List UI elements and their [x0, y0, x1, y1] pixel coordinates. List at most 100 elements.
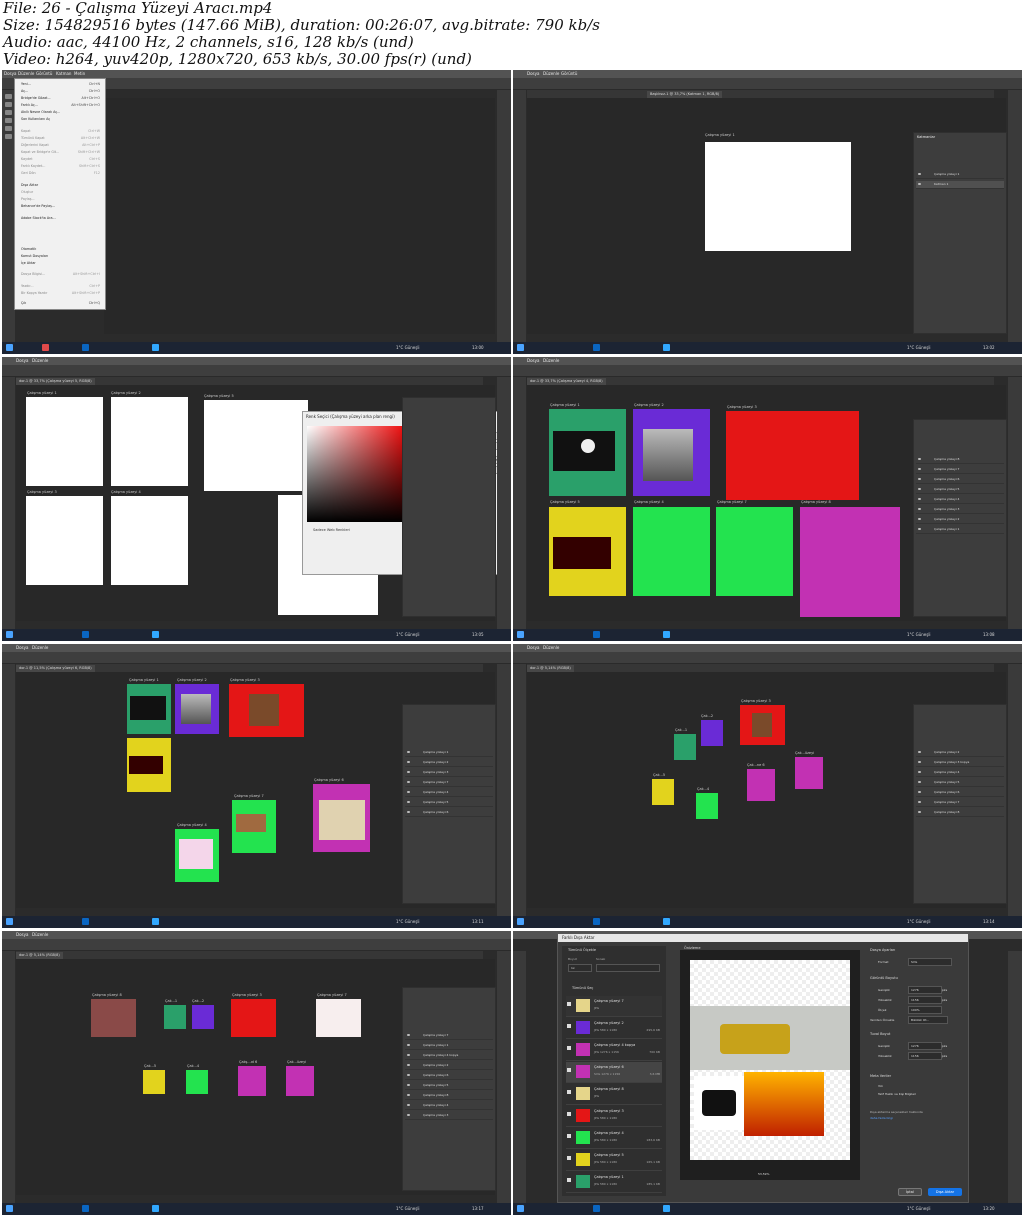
export-row[interactable]: Çalışma yüzeyi 1 JPG 580 x 1180 185,1 KB: [566, 1172, 662, 1193]
scale-input[interactable]: 100%: [908, 1006, 942, 1014]
canvas-height-input[interactable]: 1156: [908, 1052, 942, 1060]
eye-icon[interactable]: [918, 518, 921, 520]
photoshop-icon[interactable]: [663, 344, 670, 351]
row-checkbox[interactable]: [567, 1068, 571, 1072]
menu-print[interactable]: Yazdır...: [21, 284, 34, 288]
eye-icon[interactable]: [407, 791, 410, 793]
move-tool-icon[interactable]: [5, 94, 12, 99]
artboard-4[interactable]: [175, 829, 219, 882]
photoshop-icon[interactable]: [152, 1205, 159, 1212]
layer-row[interactable]: Çalışma yüzeyi 7: [405, 1032, 493, 1040]
menu-edit[interactable]: Düzenle: [18, 71, 34, 77]
export-row-selected[interactable]: Çalışma yüzeyi 6 SVG 1276 x 1156 3,6 MB: [566, 1062, 662, 1083]
artboard-1[interactable]: [164, 1005, 186, 1029]
layer-row[interactable]: Çalışma yüzeyi 4: [916, 769, 1004, 777]
layer-row[interactable]: Çalışma yüzeyi 2: [405, 759, 493, 767]
export-row[interactable]: Çalışma yüzeyi 4 JPG 580 x 1180 183,6 KB: [566, 1128, 662, 1149]
layer-row[interactable]: Çalışma yüzeyi 2: [405, 1062, 493, 1070]
artboard[interactable]: [111, 496, 188, 585]
eye-icon[interactable]: [918, 508, 921, 510]
eye-icon[interactable]: [407, 1084, 410, 1086]
row-checkbox[interactable]: [567, 1002, 571, 1006]
width-input[interactable]: 1276: [908, 986, 942, 994]
layer-row[interactable]: Katman 1: [916, 181, 1004, 189]
menu-close-others[interactable]: Diğerlerini Kapat: [21, 143, 49, 147]
linkedin-icon[interactable]: [82, 1205, 89, 1212]
artboard-3[interactable]: [726, 411, 859, 500]
layer-row[interactable]: Çalışma yüzeyi 6: [405, 1072, 493, 1080]
menu-scripts[interactable]: Komut Dosyaları: [21, 254, 48, 258]
menu-file-info[interactable]: Dosya Bilgisi...: [21, 272, 45, 276]
start-icon[interactable]: [517, 918, 524, 925]
artboard-3[interactable]: [740, 705, 785, 745]
artboard-6-copy[interactable]: [286, 1066, 314, 1096]
layer-row[interactable]: Çalışma yüzeyi 6: [405, 809, 493, 817]
artboard-2[interactable]: [701, 720, 723, 746]
menu-edit[interactable]: Düzenle: [543, 71, 559, 77]
eye-icon[interactable]: [407, 1074, 410, 1076]
artboard[interactable]: [111, 397, 188, 486]
artboard-4[interactable]: [186, 1070, 208, 1094]
menu-image[interactable]: Görüntü: [561, 71, 577, 77]
eye-icon[interactable]: [407, 1044, 410, 1046]
artboard-5[interactable]: [652, 779, 674, 805]
menu-open-recent[interactable]: Son Kullanılanı Aç: [21, 117, 50, 121]
eye-icon[interactable]: [918, 761, 921, 763]
eye-icon[interactable]: [407, 761, 410, 763]
eye-icon[interactable]: [407, 1034, 410, 1036]
layer-row[interactable]: Çalışma yüzeyi 2: [916, 749, 1004, 757]
marquee-tool-icon[interactable]: [5, 102, 12, 107]
linkedin-icon[interactable]: [82, 631, 89, 638]
eye-icon[interactable]: [918, 811, 921, 813]
layer-row[interactable]: Çalışma yüzeyi 4 kopya: [405, 1052, 493, 1060]
eye-icon[interactable]: [407, 801, 410, 803]
suffix-input[interactable]: [596, 964, 660, 972]
artboard-1[interactable]: [674, 734, 696, 760]
artboard-6[interactable]: [747, 769, 775, 801]
row-checkbox[interactable]: [567, 1156, 571, 1160]
artboard-5[interactable]: [127, 738, 171, 792]
layer-row[interactable]: Çalışma yüzeyi 4: [405, 1102, 493, 1110]
eye-icon[interactable]: [407, 811, 410, 813]
eye-icon[interactable]: [918, 478, 921, 480]
menu-file[interactable]: Dosya: [16, 932, 28, 938]
artboard-6[interactable]: [313, 784, 370, 852]
photoshop-icon[interactable]: [663, 631, 670, 638]
layer-row[interactable]: Çalışma yüzeyi 1: [405, 1042, 493, 1050]
layer-row[interactable]: Çalışma yüzeyi 6: [916, 789, 1004, 797]
eraser-tool-icon[interactable]: [5, 134, 12, 139]
eye-icon[interactable]: [407, 771, 410, 773]
eye-icon[interactable]: [918, 528, 921, 530]
layer-row[interactable]: Çalışma yüzeyi 1: [916, 171, 1004, 179]
photoshop-icon[interactable]: [663, 918, 670, 925]
export-row[interactable]: Çalışma yüzeyi 2 JPG 580 x 1180 295,6 KB: [566, 1018, 662, 1039]
eye-icon[interactable]: [407, 751, 410, 753]
select-all-checkbox[interactable]: Tümünü Seç: [572, 986, 593, 990]
artboard-1[interactable]: [549, 409, 626, 496]
start-icon[interactable]: [517, 1205, 524, 1212]
row-checkbox[interactable]: [567, 1046, 571, 1050]
menu-exit[interactable]: Çık: [21, 301, 26, 305]
menu-import[interactable]: İçe Aktar: [21, 261, 36, 265]
scale-select[interactable]: 1x: [568, 964, 592, 972]
start-icon[interactable]: [6, 918, 13, 925]
cancel-button[interactable]: İptal: [898, 1188, 922, 1196]
learn-more-link[interactable]: daha fazla bilgi: [870, 1116, 893, 1120]
layer-row[interactable]: Çalışma yüzeyi 4: [916, 496, 1004, 504]
artboard-6[interactable]: [238, 1066, 266, 1096]
menu-automate[interactable]: Otomatik: [21, 247, 36, 251]
artboard-4[interactable]: [696, 793, 718, 819]
layer-row[interactable]: Çalışma yüzeyi 3: [916, 506, 1004, 514]
start-icon[interactable]: [6, 344, 13, 351]
menu-save[interactable]: Kaydet: [21, 157, 33, 161]
web-colors-checkbox[interactable]: Sadece Web Renkleri: [313, 528, 350, 532]
menu-file[interactable]: Dosya: [527, 71, 539, 77]
linkedin-icon[interactable]: [593, 1205, 600, 1212]
linkedin-icon[interactable]: [593, 344, 600, 351]
layer-row[interactable]: Çalışma yüzeyi 2: [916, 516, 1004, 524]
eye-icon[interactable]: [407, 1114, 410, 1116]
artboard-8[interactable]: [800, 507, 900, 617]
layer-row[interactable]: Çalışma yüzeyi 5: [916, 779, 1004, 787]
artboard[interactable]: [26, 496, 103, 585]
artboard[interactable]: [204, 400, 308, 491]
